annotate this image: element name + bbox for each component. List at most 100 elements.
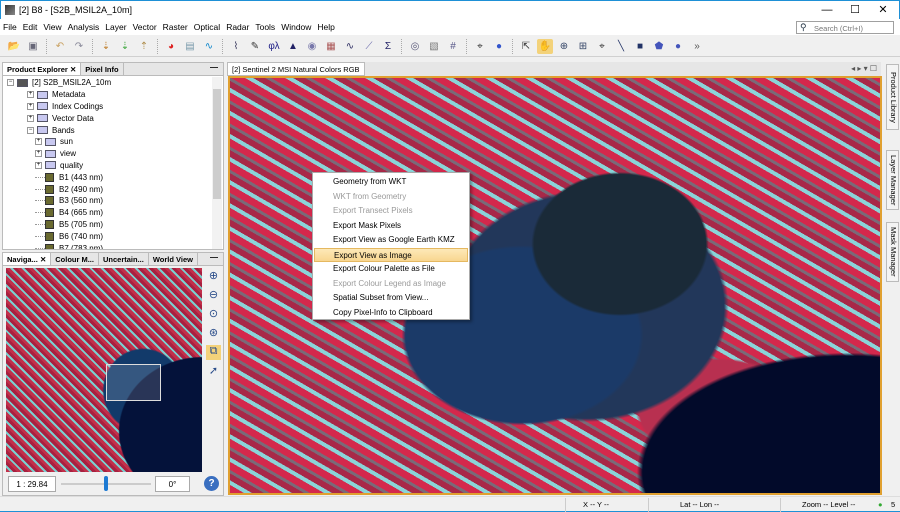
- import-vector-icon[interactable]: ⇣: [117, 39, 133, 54]
- menu-optical[interactable]: Optical: [191, 19, 223, 35]
- polygon-icon[interactable]: ⬟: [651, 39, 667, 54]
- tool-more-icon[interactable]: »: [689, 39, 705, 54]
- tab-uncertainty[interactable]: Uncertain...: [99, 253, 149, 265]
- search-input[interactable]: ⚲ Search (Ctrl+I): [796, 21, 894, 34]
- tree-folder-quality[interactable]: + quality: [3, 160, 213, 172]
- tree-folder-metadata[interactable]: + Metadata: [3, 89, 213, 101]
- spectrum-icon[interactable]: ∿: [342, 39, 358, 54]
- expand-toggle-icon[interactable]: +: [27, 102, 34, 110]
- graph-icon[interactable]: ⌇: [228, 39, 244, 54]
- histogram-icon[interactable]: ▲: [285, 39, 301, 54]
- zoom-in-icon[interactable]: ⊕: [206, 269, 221, 284]
- expand-toggle-icon[interactable]: +: [35, 161, 42, 169]
- tab-layer-manager[interactable]: Layer Manager: [886, 150, 899, 210]
- tab-pixel-info[interactable]: Pixel Info: [81, 63, 124, 75]
- select-icon[interactable]: ⇱: [518, 39, 534, 54]
- tree-band-6[interactable]: B6 (740 nm): [3, 230, 213, 242]
- minimize-panel-button[interactable]: —: [205, 253, 223, 265]
- context-menu-item-export-view-as-google-earth-kmz[interactable]: Export View as Google Earth KMZ: [313, 233, 469, 248]
- tree-product-root[interactable]: − [2] S2B_MSIL2A_10m: [3, 77, 213, 89]
- tree-band-3[interactable]: B3 (560 nm): [3, 195, 213, 207]
- geo-coding-icon[interactable]: φλ: [266, 39, 282, 54]
- rgb-image-icon[interactable]: ◕: [163, 39, 179, 54]
- tab-product-explorer[interactable]: Product Explorer ✕: [3, 63, 82, 75]
- undo-icon[interactable]: ↶: [52, 39, 68, 54]
- mask-icon[interactable]: ◎: [407, 39, 423, 54]
- tree-band-2[interactable]: B2 (490 nm): [3, 183, 213, 195]
- navigation-overview-image[interactable]: [6, 268, 202, 472]
- tree-band-1[interactable]: B1 (443 nm): [3, 171, 213, 183]
- menu-view[interactable]: View: [40, 19, 64, 35]
- tree-folder-view[interactable]: + view: [3, 148, 213, 160]
- grid-icon[interactable]: #: [445, 39, 461, 54]
- tab-sentinel-view[interactable]: [2] Sentinel 2 MSI Natural Colors RGB: [227, 62, 365, 76]
- tab-colour-manipulation[interactable]: Colour M...: [51, 253, 99, 265]
- pan-icon[interactable]: ✋: [537, 38, 553, 54]
- menu-window[interactable]: Window: [278, 19, 314, 35]
- sum-icon[interactable]: Σ: [380, 39, 396, 54]
- menu-edit[interactable]: Edit: [20, 19, 41, 35]
- expand-toggle-icon[interactable]: −: [27, 126, 34, 134]
- pins-icon[interactable]: ●: [491, 39, 507, 54]
- ellipse-icon[interactable]: ●: [670, 39, 686, 54]
- export-icon[interactable]: ⇡: [136, 39, 152, 54]
- context-menu-item-geometry-from-wkt[interactable]: Geometry from WKT: [313, 175, 469, 190]
- minimize-panel-button[interactable]: —: [205, 63, 223, 75]
- expand-toggle-icon[interactable]: −: [7, 79, 14, 87]
- import-raster-icon[interactable]: ⇣: [98, 39, 114, 54]
- close-button[interactable]: ✕: [869, 3, 897, 17]
- scatter-icon[interactable]: ⟋: [361, 39, 377, 54]
- maximize-button[interactable]: ☐: [841, 3, 869, 17]
- menu-raster[interactable]: Raster: [160, 19, 191, 35]
- profile-icon[interactable]: ▦: [323, 39, 339, 54]
- band-maths-icon[interactable]: ▤: [182, 39, 198, 54]
- zoom-pixel-icon[interactable]: ⊙: [206, 307, 221, 322]
- tab-menu-icons[interactable]: ◂ ▸ ▾ ☐: [851, 64, 877, 73]
- context-menu-item-copy-pixel-info-to-clipboard[interactable]: Copy Pixel-Info to Clipboard: [313, 306, 469, 321]
- sync-cursor-icon[interactable]: ➚: [206, 364, 221, 379]
- zoom-tool-icon[interactable]: ⊞: [575, 39, 591, 54]
- menu-radar[interactable]: Radar: [223, 19, 252, 35]
- context-menu-item-export-colour-palette-as-file[interactable]: Export Colour Palette as File: [313, 262, 469, 277]
- tab-world-view[interactable]: World View: [149, 253, 198, 265]
- context-menu-item-export-view-as-image[interactable]: Export View as Image: [314, 247, 468, 262]
- tree-scrollbar[interactable]: [212, 77, 222, 249]
- line-icon[interactable]: ╲: [613, 39, 629, 54]
- menu-file[interactable]: File: [0, 19, 20, 35]
- tree-band-4[interactable]: B4 (665 nm): [3, 207, 213, 219]
- menu-layer[interactable]: Layer: [102, 19, 129, 35]
- open-product-icon[interactable]: 📂: [6, 39, 22, 54]
- save-product-icon[interactable]: ▣: [25, 39, 41, 54]
- viewport-rectangle[interactable]: [106, 364, 161, 401]
- menu-vector[interactable]: Vector: [130, 19, 160, 35]
- draw-icon[interactable]: ✎: [247, 39, 263, 54]
- minimize-button[interactable]: —: [813, 3, 841, 17]
- statistics-icon[interactable]: ◉: [304, 39, 320, 54]
- tab-mask-manager[interactable]: Mask Manager: [886, 222, 899, 282]
- rectangle-icon[interactable]: ■: [632, 39, 648, 54]
- gcp-icon[interactable]: ⌖: [472, 39, 488, 54]
- tree-folder-bands[interactable]: − Bands: [3, 124, 213, 136]
- expand-toggle-icon[interactable]: +: [35, 138, 42, 146]
- context-menu-item-export-mask-pixels[interactable]: Export Mask Pixels: [313, 219, 469, 234]
- time-series-icon[interactable]: ▧: [426, 39, 442, 54]
- tree-band-5[interactable]: B5 (705 nm): [3, 219, 213, 231]
- zoom-slider-handle[interactable]: [104, 476, 108, 491]
- tree-band-7[interactable]: B7 (783 nm): [3, 242, 213, 249]
- rotation-field[interactable]: 0°: [155, 476, 190, 492]
- tree-folder-index-codings[interactable]: + Index Codings: [3, 101, 213, 113]
- menu-help[interactable]: Help: [314, 19, 337, 35]
- context-menu-item-spatial-subset-from-view[interactable]: Spatial Subset from View...: [313, 291, 469, 306]
- expand-toggle-icon[interactable]: +: [35, 150, 42, 158]
- menu-tools[interactable]: Tools: [252, 19, 278, 35]
- help-icon[interactable]: ?: [204, 476, 219, 491]
- zoom-out-icon[interactable]: ⊖: [206, 288, 221, 303]
- tab-product-library[interactable]: Product Library: [886, 64, 899, 130]
- tree-folder-sun[interactable]: + sun: [3, 136, 213, 148]
- expand-toggle-icon[interactable]: +: [27, 114, 34, 122]
- wave-icon[interactable]: ∿: [201, 39, 217, 54]
- gcp-tool-icon[interactable]: ⌖: [594, 39, 610, 54]
- tree-folder-vector-data[interactable]: + Vector Data: [3, 112, 213, 124]
- zoom-all-icon[interactable]: ⊛: [206, 326, 221, 341]
- zoom-in-icon[interactable]: ⊕: [556, 39, 572, 54]
